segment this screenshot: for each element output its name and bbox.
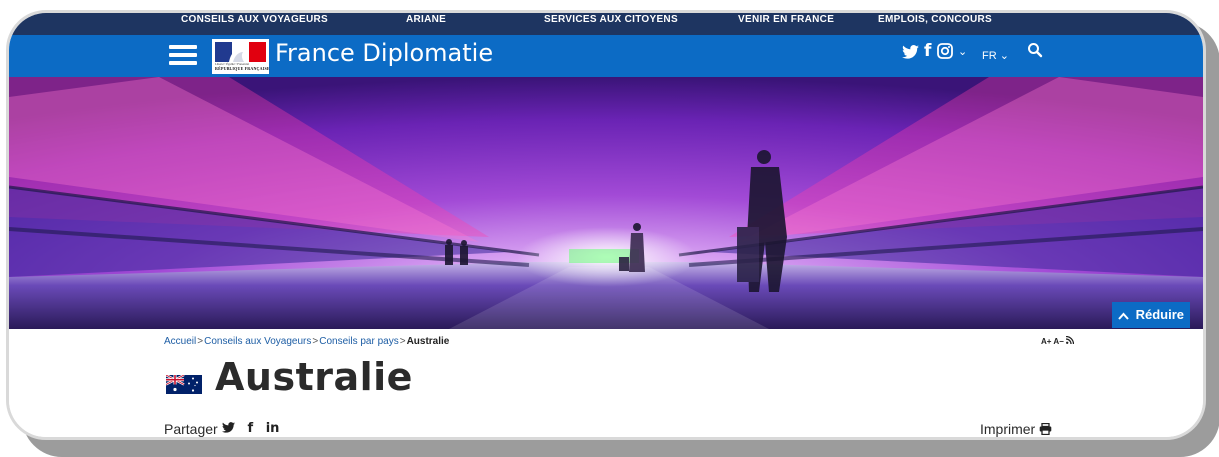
breadcrumb-separator: >: [399, 336, 406, 347]
menu-icon[interactable]: [169, 44, 197, 66]
logo-text: RÉPUBLIQUE FRANÇAISE: [215, 66, 270, 71]
top-nav-item-services[interactable]: SERVICES AUX CITOYENS: [544, 14, 678, 25]
language-label: FR: [982, 50, 997, 62]
share-label: Partager: [164, 421, 218, 437]
breadcrumb-link-accueil[interactable]: Accueil: [164, 336, 196, 347]
browser-viewport: CONSEILS AUX VOYAGEURS ARIANE SERVICES A…: [9, 13, 1203, 437]
linkedin-icon[interactable]: in: [266, 421, 280, 436]
facebook-icon[interactable]: f: [924, 41, 931, 61]
reduce-label: Réduire: [1135, 307, 1185, 322]
twitter-icon[interactable]: [222, 422, 235, 437]
hero-banner-image: [9, 77, 1203, 329]
page-tools: A+ A−: [1041, 335, 1075, 346]
increase-font-button[interactable]: A+: [1041, 337, 1051, 346]
reduce-banner-button[interactable]: Réduire: [1112, 302, 1190, 328]
chevron-down-icon: ⌄: [999, 50, 1009, 62]
top-nav-item-emplois[interactable]: EMPLOIS, CONCOURS: [878, 14, 992, 25]
logo-flag-graphic: [215, 42, 266, 62]
rss-icon[interactable]: [1065, 335, 1075, 346]
twitter-icon[interactable]: [902, 44, 919, 63]
top-nav-item-conseils[interactable]: CONSEILS AUX VOYAGEURS: [181, 14, 328, 25]
instagram-icon[interactable]: [937, 43, 953, 63]
chevron-up-icon: [1118, 307, 1136, 322]
site-title[interactable]: France Diplomatie: [275, 39, 493, 67]
breadcrumb-separator: >: [197, 336, 204, 347]
top-nav: CONSEILS AUX VOYAGEURS ARIANE SERVICES A…: [9, 13, 1203, 35]
breadcrumb-link-conseils-voyageurs[interactable]: Conseils aux Voyageurs: [204, 336, 311, 347]
top-nav-item-ariane[interactable]: ARIANE: [406, 14, 446, 25]
printer-icon: [1039, 422, 1052, 437]
search-icon[interactable]: [1027, 42, 1045, 60]
social-more-chevron-icon[interactable]: ⌄: [958, 45, 967, 58]
print-button[interactable]: Imprimer: [980, 421, 1052, 437]
page-title: Australie: [215, 355, 413, 399]
share-icons: f in: [222, 421, 279, 437]
language-selector[interactable]: FR ⌄: [982, 49, 1009, 62]
republique-francaise-logo[interactable]: Liberté • Égalité • Fraternité RÉPUBLIQU…: [212, 39, 270, 74]
breadcrumb: Accueil>Conseils aux Voyageurs>Conseils …: [164, 336, 449, 347]
print-label: Imprimer: [980, 421, 1036, 437]
top-nav-item-venir[interactable]: VENIR EN FRANCE: [738, 14, 834, 25]
breadcrumb-link-conseils-pays[interactable]: Conseils par pays: [319, 336, 398, 347]
decrease-font-button[interactable]: A−: [1053, 337, 1063, 346]
breadcrumb-current: Australie: [406, 336, 450, 347]
facebook-icon[interactable]: f: [248, 421, 254, 436]
site-header: Liberté • Égalité • Fraternité RÉPUBLIQU…: [9, 35, 1203, 77]
australia-flag-icon: [166, 375, 202, 394]
